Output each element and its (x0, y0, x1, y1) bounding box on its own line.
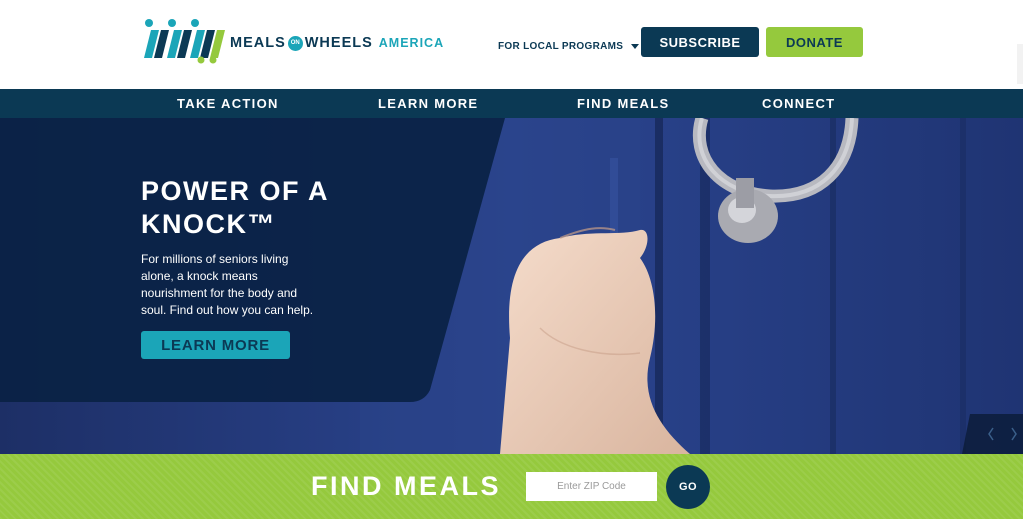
nav-item-connect[interactable]: CONNECT (762, 89, 835, 118)
site-logo[interactable]: MEALS ON WHEELS AMERICA (140, 18, 444, 64)
nav-item-find-meals[interactable]: FIND MEALS (577, 89, 669, 118)
donate-button[interactable]: DONATE (766, 27, 863, 57)
local-programs-label: FOR LOCAL PROGRAMS (498, 41, 624, 52)
hero-banner: POWER OF A KNOCK™ For millions of senior… (0, 118, 1023, 454)
caret-down-icon (631, 44, 640, 49)
carousel-controls (962, 414, 1023, 454)
logo-wheels-text: WHEELS (304, 35, 373, 51)
logo-meals-text: MEALS (230, 35, 286, 51)
local-programs-dropdown[interactable]: FOR LOCAL PROGRAMS (498, 41, 640, 52)
logo-america-text: AMERICA (378, 36, 445, 50)
find-meals-bar: FIND MEALS GO (0, 454, 1023, 519)
find-meals-title: FIND MEALS (311, 471, 501, 501)
go-button[interactable]: GO (666, 465, 710, 509)
nav-item-take-action[interactable]: TAKE ACTION (177, 89, 279, 118)
main-nav: TAKE ACTION LEARN MORE FIND MEALS CONNEC… (0, 89, 1023, 118)
hero-title-line2: KNOCK™ (141, 209, 276, 239)
logo-wordmark: MEALS ON WHEELS AMERICA (230, 35, 444, 51)
hero-description: For millions of seniors living alone, a … (141, 252, 314, 317)
page-edge-shadow (1017, 44, 1023, 84)
logo-mark-icon (144, 19, 225, 64)
zip-code-input[interactable] (526, 472, 657, 501)
hero-title: POWER OF A KNOCK™ (141, 175, 401, 241)
logo-on-badge: ON (287, 35, 303, 51)
site-header: MEALS ON WHEELS AMERICA FOR LOCAL PROGRA… (0, 0, 1023, 89)
hero-title-line1: POWER OF A (141, 176, 329, 206)
nav-item-learn-more[interactable]: LEARN MORE (378, 89, 478, 118)
learn-more-button[interactable]: LEARN MORE (141, 331, 290, 359)
subscribe-button[interactable]: SUBSCRIBE (641, 27, 759, 57)
